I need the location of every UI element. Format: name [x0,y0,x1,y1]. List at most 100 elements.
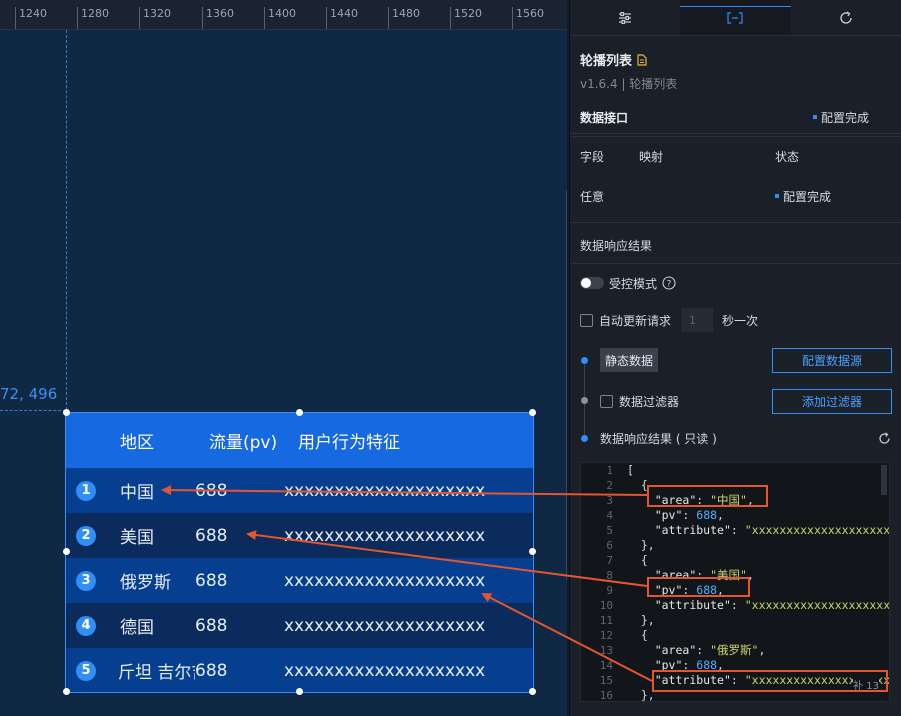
rank-badge: 5 [76,660,96,681]
ruler-tick: 1320 [143,7,171,20]
help-icon[interactable]: ? [662,276,676,290]
data-interface-status: 配置完成 [820,110,869,125]
header-area: 地区 [120,433,154,453]
row-pv: 688 [195,480,228,501]
header-pv: 流量(pv) [209,433,278,453]
auto-update-checkbox[interactable] [580,313,593,327]
carousel-row: 3 俄罗斯 688 xxxxxxxxxxxxxxxxxxxx [66,558,533,603]
row-attribute: xxxxxxxxxxxxxxxxxxxx [284,570,486,591]
annotation-box-pv [647,577,750,597]
ruler-tick: 1480 [392,7,420,20]
field-status: 配置完成 [783,189,832,204]
step-dot [581,397,588,404]
ruler-tick: 1360 [206,7,234,20]
data-interface-label: 数据接口 [580,110,629,125]
row-pv: 688 [195,570,228,591]
row-area: 斤坦 吉尔吉 [118,663,195,683]
resize-handle-left[interactable] [63,548,70,555]
vertical-guide-line [66,30,67,410]
controlled-mode-toggle[interactable] [580,277,604,289]
row-area: 德国 [120,618,154,638]
auto-update-suffix: 秒一次 [722,313,759,328]
code-line: "area": "俄罗斯", [654,643,766,657]
component-title: 轮播列表 [580,54,633,69]
row-attribute: xxxxxxxxxxxxxxxxxxxx [284,615,486,636]
status-dot-icon [812,115,817,119]
coordinate-readout: 72, 496 [0,385,58,403]
carousel-header: 地区 流量(pv) 用户行为特征 [66,413,533,468]
resize-handle-bottom-right[interactable] [529,688,536,695]
ruler-tick: 1560 [516,7,544,20]
filter-checkbox[interactable] [600,394,613,408]
controlled-mode-label: 受控模式 [609,276,658,291]
carousel-row: 2 美国 688 xxxxxxxxxxxxxxxxxxxx [66,513,533,558]
canvas-scrollbar[interactable] [566,190,567,580]
response-result-heading: 数据响应结果 [580,237,891,253]
step-dot [581,435,588,442]
filter-label: 数据过滤器 [619,394,680,409]
result-label: 数据响应结果 ( 只读 ) [600,431,717,446]
auto-update-row: 自动更新请求 1 秒一次 [580,308,891,332]
resize-handle-bottom-left[interactable] [63,688,70,695]
carousel-row: 5 斤坦 吉尔吉 688 xxxxxxxxxxxxxxxxxxxx [66,648,533,693]
response-result-label: 数据响应结果 [580,238,653,253]
row-area: 中国 [120,483,154,503]
ruler-tick: 1240 [19,7,47,20]
rank-badge: 2 [76,525,96,546]
field-header: 字段 [580,149,605,164]
ruler-tick: 1520 [454,7,482,20]
add-filter-button[interactable]: 添加过滤器 [772,389,892,414]
result-row: 数据响应结果 ( 只读 ) [600,430,891,446]
annotation-box-area [647,485,768,507]
configure-data-source-button[interactable]: 配置数据源 [772,348,892,373]
interaction-icon [840,10,852,24]
static-data-tag: 静态数据 [600,348,659,372]
rank-badge: 3 [76,570,96,591]
step-dot [581,357,588,364]
field-table-row: 任意 配置完成 [580,188,891,204]
ruler-tick: 1440 [330,7,358,20]
row-pv: 688 [195,615,228,636]
row-area: 俄罗斯 [120,573,171,593]
resize-handle-top[interactable] [296,409,303,416]
row-pv: 688 [195,525,228,546]
resize-handle-top-right[interactable] [529,409,536,416]
carousel-list-widget[interactable]: 地区 流量(pv) 用户行为特征 1 中国 688 xxxxxxxxxxxxxx… [65,412,534,693]
ruler-tick: 1400 [268,7,296,20]
config-panel: 轮播列表 v1.6.4 | 轮播列表 数据接口 配置完成 字段 映射 状态 任意… [569,0,901,716]
tab-interaction[interactable] [791,0,901,35]
line-numbers: 1 2 3 4 5 6 7 8 9 10 11 12 13 14 15 16 [599,464,613,702]
carousel-row: 1 中国 688 xxxxxxxxxxxxxxxxxxxx [66,468,533,513]
resize-handle-right[interactable] [529,548,536,555]
auto-update-interval-input[interactable]: 1 [681,308,714,332]
rank-badge: 4 [76,615,96,636]
code-line: [ [627,463,634,477]
horizontal-guide-line [0,410,66,411]
carousel-row: 4 德国 688 xxxxxxxxxxxxxxxxxxxx [66,603,533,648]
rank-badge: 1 [76,480,96,501]
resize-handle-top-left[interactable] [63,409,70,416]
editor-scrollbar[interactable] [881,465,887,495]
row-attribute: xxxxxxxxxxxxxxxxxxxx [284,525,486,546]
tab-data[interactable] [680,0,791,35]
resize-handle-bottom[interactable] [296,688,303,695]
document-icon[interactable] [637,53,647,66]
controlled-mode-row: 受控模式 ? [580,275,891,291]
ruler-tick: 1280 [81,7,109,20]
field-value: 任意 [580,189,605,204]
sliders-icon [619,11,632,24]
code-line: "attribute": "xxxxxxxxxxxxxxxxxxxx" [654,523,890,537]
annotation-box-attribute [652,670,888,692]
field-table-header: 字段 映射 状态 [580,148,891,164]
row-pv: 688 [195,660,228,681]
row-area: 美国 [120,528,154,548]
code-line: { [627,553,648,567]
auto-update-label: 自动更新请求 [599,313,672,328]
code-line: "pv": 688, [654,508,724,522]
data-interface-row: 数据接口 配置完成 [580,108,891,126]
tab-style[interactable] [570,0,680,35]
refresh-icon[interactable] [878,431,891,445]
code-line: }, [627,538,655,552]
row-attribute: xxxxxxxxxxxxxxxxxxxx [284,660,486,681]
design-canvas[interactable]: 1240 1280 1320 1360 1400 1440 1480 1520 … [0,0,567,716]
